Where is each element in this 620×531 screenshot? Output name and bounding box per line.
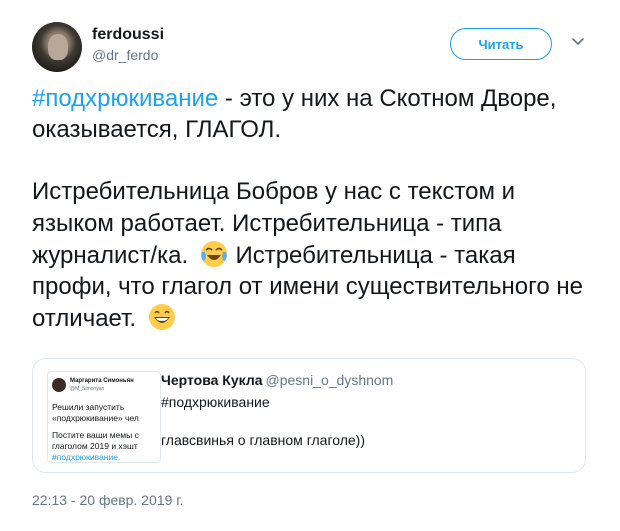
timestamp[interactable]: 22:13 - 20 февр. 2019 г. [32,492,184,508]
tears-of-joy-emoji-icon [200,240,227,267]
thumbnail-line: глаголом 2019 и хэшт [52,441,138,451]
display-name[interactable]: ferdoussi [92,26,164,44]
quote-hashtag: #подхрюкивание [161,394,270,410]
thumbnail-line: «подхрюкивание» чел [52,413,139,423]
quote-author: Чертова Кукла @pesni_o_dyshnom [161,372,393,388]
grinning-face-emoji-icon [148,304,175,331]
quote-body: главсвинья о главном глаголе)) [161,432,365,448]
hashtag-link[interactable]: #подхрюкивание [32,85,218,112]
quote-thumbnail[interactable]: Маргарита Симоньян @M_Simonyan Решили за… [47,371,161,463]
thumbnail-name: Маргарита Симоньян [70,378,134,384]
quote-author-name: Чертова Кукла [161,372,263,388]
chevron-down-icon[interactable] [570,34,586,50]
thumbnail-line: Решили запустить [52,402,125,412]
quoted-tweet[interactable]: Маргарита Симоньян @M_Simonyan Решили за… [32,358,586,473]
tweet-header: ferdoussi @dr_ferdo Читать [32,22,592,72]
username[interactable]: @dr_ferdo [92,47,158,63]
thumbnail-line: Постите ваши мемы с [52,430,139,440]
thumbnail-line: #подхрюкивание. [52,452,121,462]
follow-button[interactable]: Читать [450,28,552,60]
thumbnail-handle: @M_Simonyan [70,386,105,392]
avatar[interactable] [32,22,82,72]
quote-author-handle: @pesni_o_dyshnom [265,372,394,388]
tweet-text: #подхрюкивание - это у них на Скотном Дв… [32,83,592,334]
thumbnail-avatar [52,378,66,392]
